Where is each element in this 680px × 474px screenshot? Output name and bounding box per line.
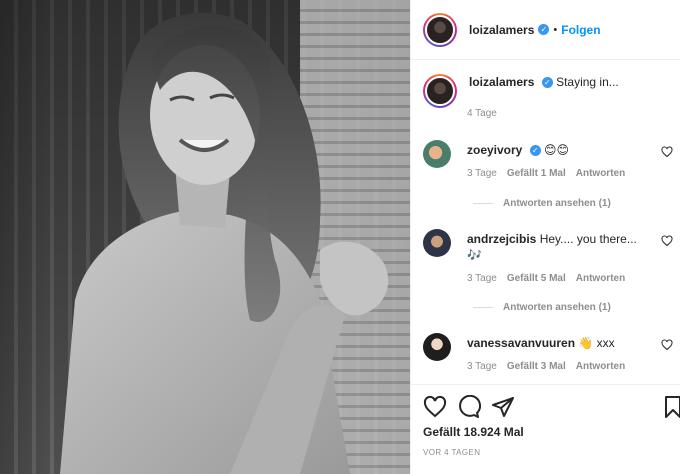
view-replies-label: Antworten ansehen (1) (503, 302, 611, 313)
verified-badge-icon: ✓ (538, 24, 550, 35)
portrait-figure (60, 12, 389, 474)
reply-button[interactable]: Antworten (576, 361, 625, 372)
replies-divider (473, 203, 493, 204)
verified-badge-icon: ✓ (541, 77, 553, 89)
post-caption: loizalamers ✓ Staying in... 4 Tage (423, 74, 619, 119)
caption-avatar[interactable] (423, 74, 457, 108)
comment-meta: 3 Tage Gefällt 1 Mal Antworten (467, 168, 625, 179)
author-username[interactable]: loizalamers (469, 23, 534, 37)
caption-username[interactable]: loizalamers (469, 75, 534, 89)
comment-likes[interactable]: Gefällt 1 Mal (507, 168, 566, 179)
comment-time[interactable]: 3 Tage (467, 168, 497, 179)
bookmark-icon[interactable] (661, 395, 680, 419)
reply-button[interactable]: Antworten (576, 168, 625, 179)
comment-text: 👋 xxx (578, 336, 615, 350)
like-comment-heart-icon[interactable] (661, 339, 673, 351)
follow-button[interactable]: Folgen (561, 23, 600, 37)
heart-icon[interactable] (423, 395, 447, 419)
post-timestamp[interactable]: VOR 4 TAGEN (423, 448, 480, 457)
comment-text-line2: 🎶 (467, 248, 482, 262)
commenter-avatar[interactable] (423, 333, 451, 361)
post-image[interactable] (0, 0, 410, 474)
replies-divider (473, 307, 493, 308)
view-replies-label: Antworten ansehen (1) (503, 198, 611, 209)
comment-username[interactable]: andrzejcibis (467, 232, 536, 246)
commenter-avatar[interactable] (423, 140, 451, 168)
post-sidebar: loizalamers ✓ • Folgen loizalamers ✓ Sta… (410, 0, 680, 474)
comment-icon[interactable] (457, 395, 481, 419)
reply-button[interactable]: Antworten (576, 273, 625, 284)
comment-username[interactable]: vanessavanvuuren (467, 336, 575, 350)
comment-text: 😊😊 (544, 143, 570, 157)
comment-meta: 3 Tage Gefällt 5 Mal Antworten (467, 273, 625, 284)
caption-text: Staying in... (556, 75, 619, 89)
like-comment-heart-icon[interactable] (661, 146, 673, 158)
comment-likes[interactable]: Gefällt 3 Mal (507, 361, 566, 372)
view-replies-button[interactable]: Antworten ansehen (1) (467, 302, 611, 313)
view-replies-button[interactable]: Antworten ansehen (1) (467, 198, 611, 209)
comment-time[interactable]: 3 Tage (467, 361, 497, 372)
comment-text: Hey.... you there... (539, 232, 637, 246)
comment-username[interactable]: zoeyivory (467, 143, 522, 157)
comment-time[interactable]: 3 Tage (467, 273, 497, 284)
separator-dot: • (553, 23, 558, 36)
like-count[interactable]: Gefällt 18.924 Mal (423, 425, 524, 439)
paper-plane-icon[interactable] (491, 395, 515, 419)
post-actions: Gefällt 18.924 Mal VOR 4 TAGEN (411, 384, 680, 474)
commenter-avatar[interactable] (423, 229, 451, 257)
comment-likes[interactable]: Gefällt 5 Mal (507, 273, 566, 284)
author-avatar[interactable] (423, 12, 457, 47)
post-header: loizalamers ✓ • Folgen (411, 0, 680, 60)
verified-badge-icon: ✓ (529, 145, 541, 157)
caption-time[interactable]: 4 Tage (467, 108, 497, 119)
like-comment-heart-icon[interactable] (661, 235, 673, 247)
comment-meta: 3 Tage Gefällt 3 Mal Antworten (467, 361, 625, 372)
